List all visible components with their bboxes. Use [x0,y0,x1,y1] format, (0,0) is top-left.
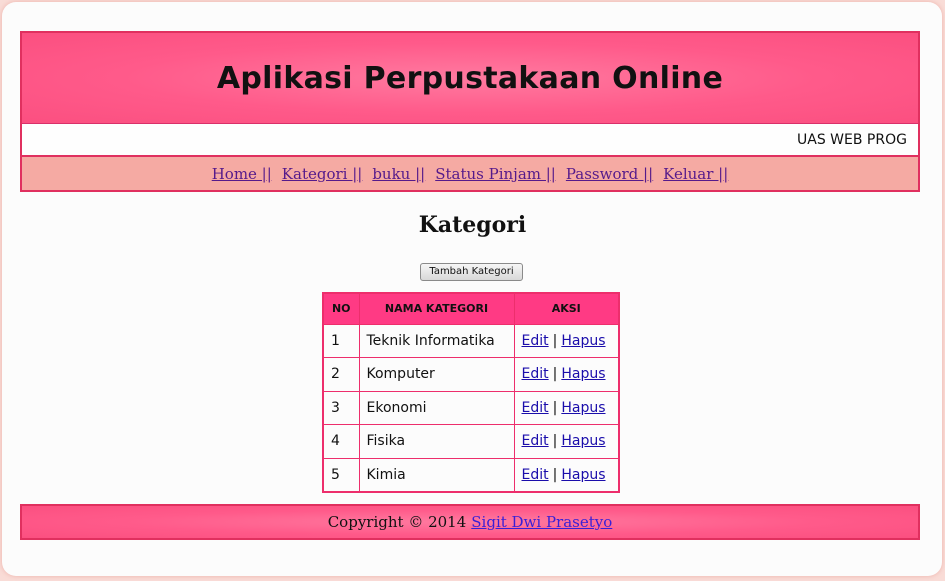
category-table: NO NAMA KATEGORI AKSI 1 Teknik Informati… [322,292,620,493]
nav-bar: Home || Kategori || buku || Status Pinja… [22,157,918,190]
nav-home-link[interactable]: Home || [212,165,272,183]
edit-link[interactable]: Edit [522,366,549,382]
header-no: NO [322,292,360,325]
author-link[interactable]: Sigit Dwi Prasetyo [471,513,612,531]
table-row: 5 Kimia Edit | Hapus [322,457,620,492]
delete-link[interactable]: Hapus [561,400,605,416]
table-row: 3 Ekonomi Edit | Hapus [322,390,620,425]
edit-link[interactable]: Edit [522,400,549,416]
row-nama: Fisika [358,424,515,459]
marquee-bar: UAS WEB PROG [22,124,918,157]
add-category-button[interactable]: Tambah Kategori [420,263,523,281]
action-separator: | [552,433,558,450]
table-row: 2 Komputer Edit | Hapus [322,357,620,392]
row-aksi: Edit | Hapus [513,357,620,392]
delete-link[interactable]: Hapus [561,433,605,449]
site-title: Aplikasi Perpustakaan Online [216,60,724,96]
table-row: 1 Teknik Informatika Edit | Hapus [322,323,620,358]
nav-status-pinjam-link[interactable]: Status Pinjam || [435,165,556,183]
table-header-row: NO NAMA KATEGORI AKSI [322,292,620,325]
row-aksi: Edit | Hapus [513,323,620,358]
site-header: Aplikasi Perpustakaan Online UAS WEB PRO… [20,31,920,192]
header-aksi: AKSI [513,292,620,325]
row-no: 5 [322,457,360,492]
table-row: 4 Fisika Edit | Hapus [322,424,620,459]
action-separator: | [552,332,558,349]
delete-link[interactable]: Hapus [561,366,605,382]
action-separator: | [552,366,558,383]
header-nama-kategori: NAMA KATEGORI [358,292,515,325]
site-footer: Copyright © 2014 Sigit Dwi Prasetyo [20,504,920,540]
row-no: 2 [322,357,360,392]
row-no: 1 [322,323,360,358]
row-nama: Komputer [358,357,515,392]
action-separator: | [552,399,558,416]
nav-keluar-link[interactable]: Keluar || [663,165,728,183]
nav-kategori-link[interactable]: Kategori || [282,165,363,183]
row-no: 3 [322,390,360,425]
title-bar: Aplikasi Perpustakaan Online [22,33,918,124]
delete-link[interactable]: Hapus [561,333,605,349]
row-nama: Kimia [358,457,515,492]
row-aksi: Edit | Hapus [513,457,620,492]
action-separator: | [552,466,558,483]
delete-link[interactable]: Hapus [561,467,605,483]
nav-buku-link[interactable]: buku || [372,165,425,183]
edit-link[interactable]: Edit [522,467,549,483]
edit-link[interactable]: Edit [522,333,549,349]
nav-password-link[interactable]: Password || [566,165,653,183]
row-nama: Teknik Informatika [358,323,515,358]
copyright-text: Copyright © 2014 [327,513,467,531]
row-aksi: Edit | Hapus [513,424,620,459]
edit-link[interactable]: Edit [522,433,549,449]
page-title: Kategori [418,212,527,238]
marquee-text: UAS WEB PROG [797,132,907,148]
row-no: 4 [322,424,360,459]
row-aksi: Edit | Hapus [513,390,620,425]
row-nama: Ekonomi [358,390,515,425]
